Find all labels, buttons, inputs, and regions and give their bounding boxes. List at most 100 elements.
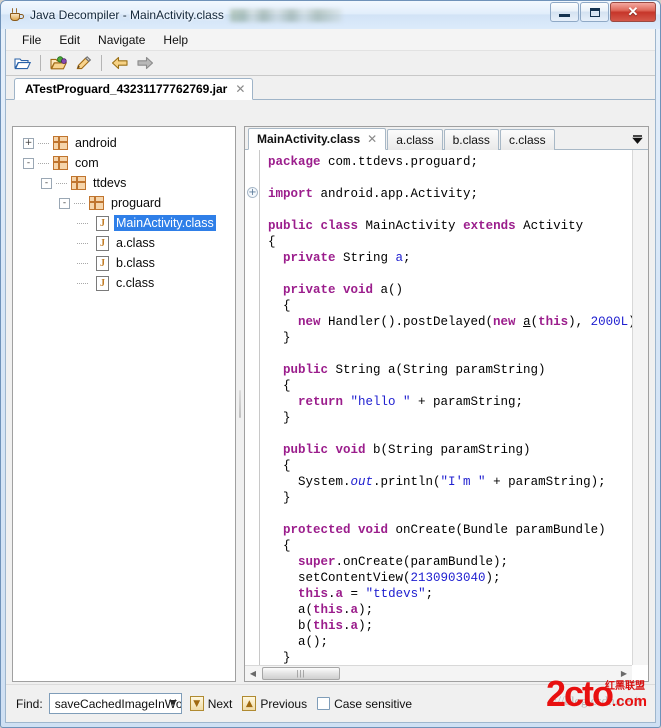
open-file-button[interactable]: [11, 53, 34, 74]
code-token: .: [343, 603, 351, 617]
tree-node[interactable]: -com: [23, 153, 235, 173]
tree-node[interactable]: Ja.class: [77, 233, 235, 253]
chevron-down-icon[interactable]: [169, 700, 177, 705]
code-token: a(: [268, 603, 313, 617]
code-token: =: [343, 587, 366, 601]
code-line: public class MainActivity extends Activi…: [268, 218, 648, 234]
open-jar-button[interactable]: [47, 53, 70, 74]
editor-vertical-scrollbar[interactable]: [632, 150, 648, 665]
editor-tab-a[interactable]: a.class: [387, 129, 442, 150]
package-icon: [53, 136, 68, 150]
find-bar: Find: saveCachedImageInWo ▼ Next ▲ Previ…: [6, 684, 655, 722]
chevron-down-icon[interactable]: [631, 134, 644, 146]
expand-icon[interactable]: +: [23, 138, 34, 149]
maximize-button[interactable]: [580, 2, 609, 22]
editor-tab-c[interactable]: c.class: [500, 129, 555, 150]
code-token: com.ttdevs.proguard;: [328, 155, 478, 169]
code-token: public void: [268, 443, 373, 457]
close-button[interactable]: ✕: [610, 2, 656, 22]
tree-node-label: proguard: [109, 195, 163, 211]
jar-tab[interactable]: ATestProguard_43231177762769.jar ✕: [14, 78, 253, 100]
package-tree-pane[interactable]: +android-com-ttdevs-proguardJMainActivit…: [12, 126, 236, 682]
collapse-icon[interactable]: -: [41, 178, 52, 189]
find-input[interactable]: saveCachedImageInWo: [49, 693, 182, 714]
package-tree: +android-com-ttdevs-proguardJMainActivit…: [13, 127, 235, 293]
find-previous-button[interactable]: ▲ Previous: [240, 695, 309, 712]
editor-horizontal-scrollbar[interactable]: ◀ ||| ▶: [245, 665, 632, 681]
fold-marker-import[interactable]: +: [247, 187, 258, 198]
code-token: );: [358, 619, 373, 633]
code-line: {: [268, 234, 648, 250]
minimize-button[interactable]: [550, 2, 579, 22]
menu-file[interactable]: File: [14, 31, 49, 49]
code-token[interactable]: a: [523, 315, 531, 329]
toolbar: [6, 51, 655, 76]
jar-tab-close-icon[interactable]: ✕: [235, 82, 245, 96]
editor-tab-label: a.class: [396, 133, 433, 147]
tree-connector: [56, 183, 68, 184]
scroll-right-icon[interactable]: ▶: [616, 666, 632, 681]
tree-node-label: c.class: [114, 275, 156, 291]
code-token: .println(: [373, 475, 441, 489]
navigate-forward-icon: [136, 56, 154, 70]
code-token: }: [268, 331, 291, 345]
tree-node[interactable]: - ttdevs: [41, 173, 235, 193]
code-line: public void b(String paramString): [268, 442, 648, 458]
code-line: [268, 346, 648, 362]
source-code-text[interactable]: package com.ttdevs.proguard; import andr…: [260, 150, 648, 681]
fold-gutter[interactable]: +: [245, 150, 260, 681]
tree-node[interactable]: - proguard: [59, 193, 235, 213]
case-sensitive-checkbox[interactable]: Case sensitive: [315, 696, 414, 712]
code-line: {: [268, 538, 648, 554]
tree-node-label: MainActivity.class: [114, 215, 216, 231]
brand-watermark-domain: .com: [612, 693, 647, 710]
menu-edit[interactable]: Edit: [51, 31, 88, 49]
title-bar[interactable]: Java Decompiler - MainActivity.class ✕: [1, 1, 660, 29]
code-token: a: [336, 587, 344, 601]
checkbox-box-icon[interactable]: [317, 697, 330, 710]
close-icon: ✕: [628, 4, 639, 20]
code-token: .: [343, 619, 351, 633]
menu-navigate[interactable]: Navigate: [90, 31, 153, 49]
horizontal-scroll-thumb[interactable]: |||: [262, 667, 340, 680]
find-label: Find:: [16, 697, 43, 711]
code-token: );: [486, 571, 501, 585]
code-token: ;: [403, 251, 411, 265]
code-token: (: [531, 315, 539, 329]
code-token: .: [328, 587, 336, 601]
code-view[interactable]: + package com.ttdevs.proguard; import an…: [245, 150, 648, 681]
tree-node[interactable]: +android: [23, 133, 235, 153]
code-token: }: [268, 411, 291, 425]
tree-node[interactable]: JMainActivity.class: [77, 213, 235, 233]
tree-connector: [77, 223, 89, 224]
code-line: protected void onCreate(Bundle paramBund…: [268, 522, 648, 538]
collapse-icon[interactable]: -: [23, 158, 34, 169]
tree-node-label: ttdevs: [91, 175, 128, 191]
editor-tab-close-icon[interactable]: ✕: [367, 132, 377, 146]
code-token: }: [268, 651, 291, 665]
pane-splitter[interactable]: [236, 124, 244, 684]
tree-node[interactable]: Jc.class: [77, 273, 235, 293]
navigate-forward-button[interactable]: [133, 53, 156, 74]
tree-node[interactable]: Jb.class: [77, 253, 235, 273]
code-token: "ttdevs": [366, 587, 426, 601]
blog-watermark: ://blog.csdn.net/t: [554, 693, 641, 709]
code-token: .onCreate(paramBundle);: [336, 555, 509, 569]
editor-tab-label: MainActivity.class: [257, 132, 360, 146]
collapse-icon[interactable]: -: [59, 198, 70, 209]
find-next-button[interactable]: ▼ Next: [188, 695, 235, 712]
navigate-back-button[interactable]: [108, 53, 131, 74]
save-source-button[interactable]: [72, 53, 95, 74]
code-line: System.out.println("I'm " + paramString)…: [268, 474, 648, 490]
code-line: [268, 266, 648, 282]
package-icon: [71, 176, 86, 190]
navigate-back-icon: [111, 56, 129, 70]
editor-tab-b[interactable]: b.class: [444, 129, 499, 150]
menu-help[interactable]: Help: [155, 31, 196, 49]
editor-tab-mainactivity[interactable]: MainActivity.class ✕: [248, 128, 386, 150]
scroll-left-icon[interactable]: ◀: [245, 666, 261, 681]
code-line: super.onCreate(paramBundle);: [268, 554, 648, 570]
case-sensitive-label: Case sensitive: [334, 697, 412, 711]
editor-tab-label: b.class: [453, 133, 490, 147]
code-token: {: [268, 379, 291, 393]
